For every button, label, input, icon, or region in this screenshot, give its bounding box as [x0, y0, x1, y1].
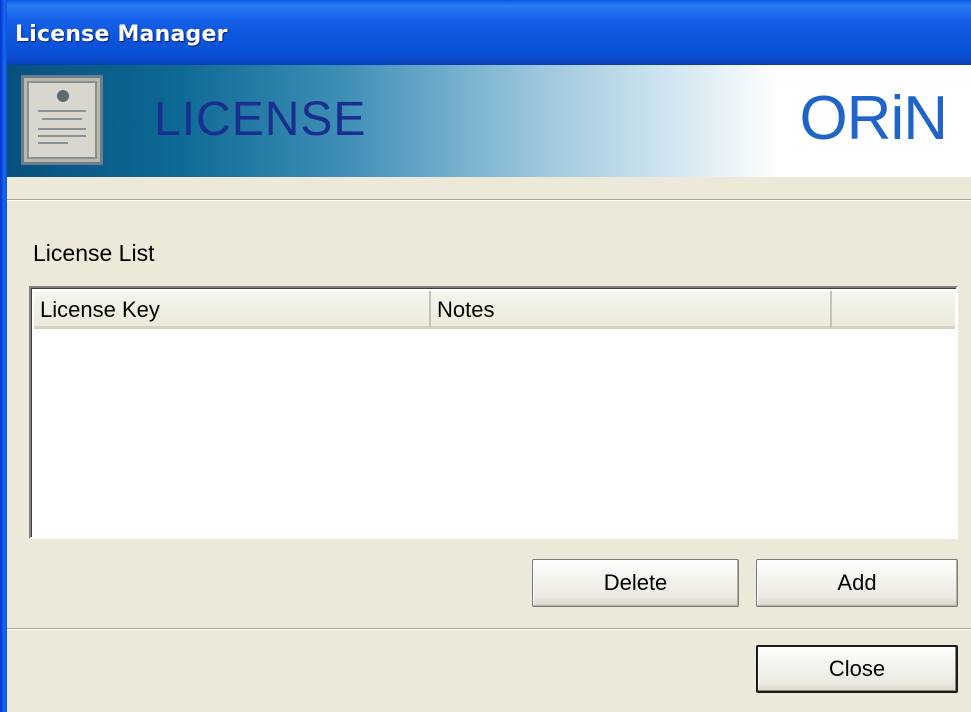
close-button[interactable]: Close [756, 645, 958, 693]
banner-title: LICENSE [154, 93, 367, 146]
column-header-license-key[interactable]: License Key [34, 291, 431, 329]
license-list-view[interactable]: License Key Notes [29, 286, 958, 539]
certificate-icon [21, 75, 103, 165]
header-banner: LICENSE ORiN [7, 65, 971, 177]
certificate-seal [57, 90, 69, 102]
orin-logo: ORiN [799, 84, 948, 153]
delete-button[interactable]: Delete [532, 559, 739, 607]
separator-top [7, 199, 971, 201]
window-frame-left [0, 0, 7, 712]
column-header-notes[interactable]: Notes [431, 291, 832, 329]
column-header-empty[interactable] [832, 291, 955, 329]
add-button[interactable]: Add [756, 559, 958, 607]
title-bar[interactable]: License Manager [0, 0, 971, 65]
license-list-label: License List [33, 240, 155, 266]
certificate-line [38, 135, 86, 137]
certificate-line [38, 110, 86, 112]
window-title: License Manager [15, 22, 228, 47]
license-manager-window: License Manager LICENSE ORiN License Lis… [0, 0, 971, 712]
separator-bottom [7, 628, 971, 630]
license-list-header: License Key Notes [34, 291, 955, 329]
certificate-line [38, 128, 86, 130]
certificate-line [42, 118, 82, 120]
certificate-line [38, 142, 68, 144]
